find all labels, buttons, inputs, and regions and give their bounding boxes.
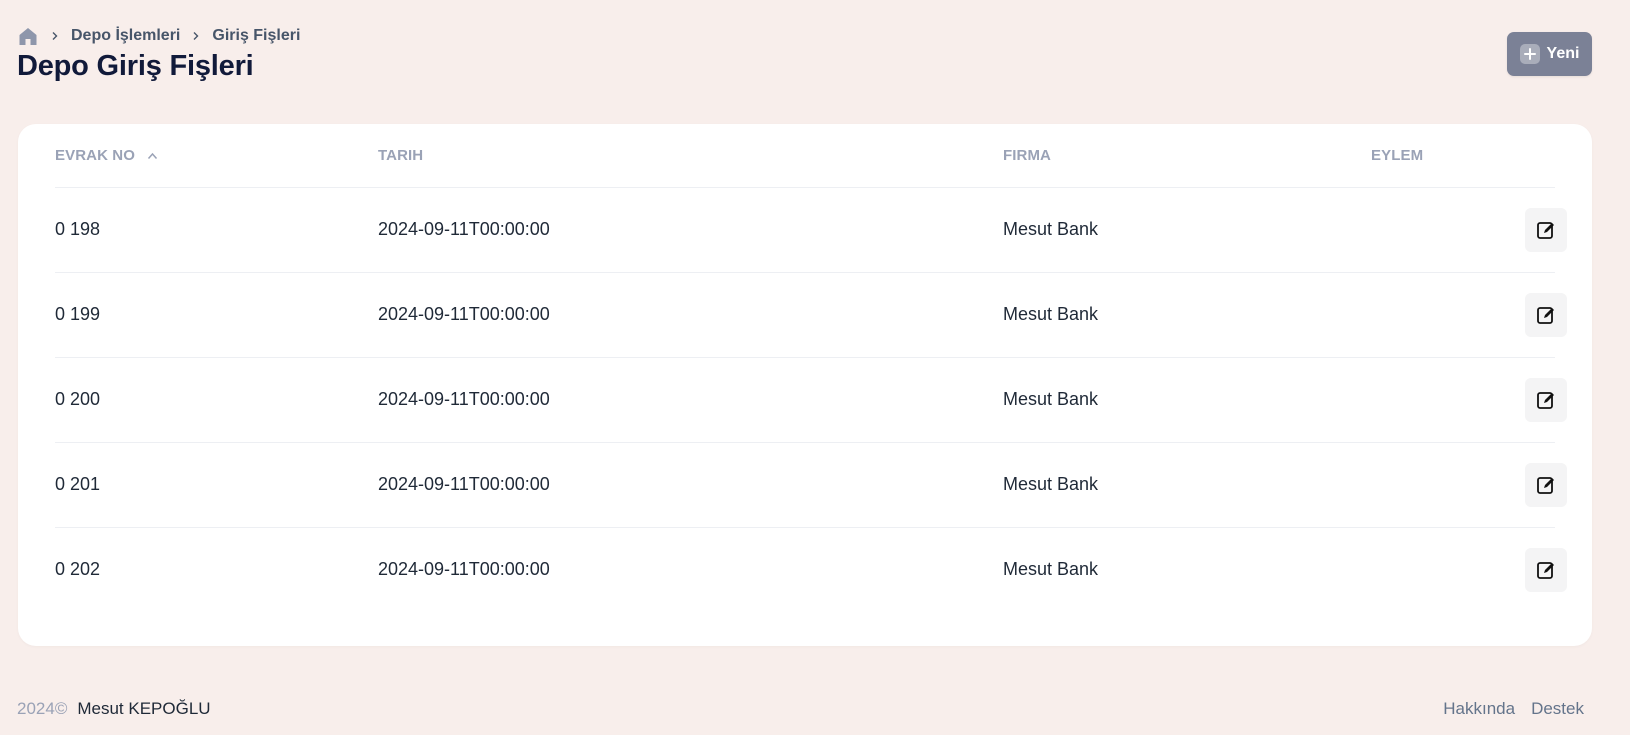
breadcrumb-item-giris-fisleri[interactable]: Giriş Fişleri [212, 27, 300, 45]
cell-firma: Mesut Bank [1003, 389, 1099, 409]
cell-firma: Mesut Bank [1003, 219, 1099, 239]
chevron-right-icon [189, 29, 203, 43]
cell-tarih: 2024-09-11T00:00:00 [378, 389, 550, 409]
footer-link-hakkinda[interactable]: Hakkında [1443, 699, 1515, 719]
cell-evrak-no: 0 199 [55, 304, 101, 324]
home-icon[interactable] [17, 25, 39, 47]
table-card: EVRAK NO TARIH FIRMA EYLEM 0 198 2024-09… [18, 124, 1592, 646]
footer-author[interactable]: Mesut KEPOĞLU [77, 699, 210, 719]
cell-firma: Mesut Bank [1003, 559, 1099, 579]
edit-button[interactable] [1525, 548, 1567, 592]
column-header-tarih[interactable]: TARIH [378, 147, 423, 164]
chevron-right-icon [48, 29, 62, 43]
cell-evrak-no: 0 200 [55, 389, 101, 409]
edit-button[interactable] [1525, 208, 1567, 252]
cell-evrak-no: 0 201 [55, 474, 101, 494]
edit-button[interactable] [1525, 293, 1567, 337]
table-row: 0 200 2024-09-11T00:00:00 Mesut Bank [55, 358, 1567, 443]
cell-tarih: 2024-09-11T00:00:00 [378, 474, 550, 494]
column-header-eylem: EYLEM [1371, 147, 1424, 164]
footer-link-destek[interactable]: Destek [1531, 699, 1584, 719]
edit-icon [1537, 307, 1554, 324]
edit-icon [1537, 392, 1554, 409]
cell-evrak-no: 0 198 [55, 219, 101, 239]
cell-firma: Mesut Bank [1003, 304, 1099, 324]
table-row: 0 198 2024-09-11T00:00:00 Mesut Bank [55, 188, 1567, 273]
page-title: Depo Giriş Fişleri [17, 50, 254, 82]
table-row: 0 202 2024-09-11T00:00:00 Mesut Bank [55, 528, 1567, 613]
column-header-firma[interactable]: FIRMA [1003, 147, 1051, 164]
cell-tarih: 2024-09-11T00:00:00 [378, 304, 550, 324]
records-table: EVRAK NO TARIH FIRMA EYLEM 0 198 2024-09… [55, 124, 1567, 613]
plus-icon [1519, 44, 1540, 64]
footer-links: Hakkında Destek [1443, 699, 1584, 719]
breadcrumb-item-depo-islemleri[interactable]: Depo İşlemleri [71, 27, 180, 45]
cell-tarih: 2024-09-11T00:00:00 [378, 559, 550, 579]
cell-tarih: 2024-09-11T00:00:00 [378, 219, 550, 239]
edit-icon [1537, 222, 1554, 239]
new-button[interactable]: Yeni [1507, 32, 1592, 76]
column-header-evrak-no[interactable]: EVRAK NO [55, 147, 158, 164]
edit-icon [1537, 477, 1554, 494]
edit-button[interactable] [1525, 463, 1567, 507]
table-header: EVRAK NO TARIH FIRMA EYLEM [55, 124, 1555, 188]
column-header-label: EVRAK NO [55, 147, 135, 164]
edit-button[interactable] [1525, 378, 1567, 422]
sort-ascending-icon [147, 152, 158, 160]
table-row: 0 201 2024-09-11T00:00:00 Mesut Bank [55, 443, 1567, 528]
breadcrumb: Depo İşlemleri Giriş Fişleri [17, 25, 300, 47]
footer-year: 2024© [17, 699, 68, 718]
table-row: 0 199 2024-09-11T00:00:00 Mesut Bank [55, 273, 1567, 358]
new-button-label: Yeni [1546, 45, 1580, 62]
cell-evrak-no: 0 202 [55, 559, 101, 579]
edit-icon [1537, 562, 1554, 579]
cell-firma: Mesut Bank [1003, 474, 1099, 494]
footer-copyright: 2024© Mesut KEPOĞLU [17, 699, 211, 719]
